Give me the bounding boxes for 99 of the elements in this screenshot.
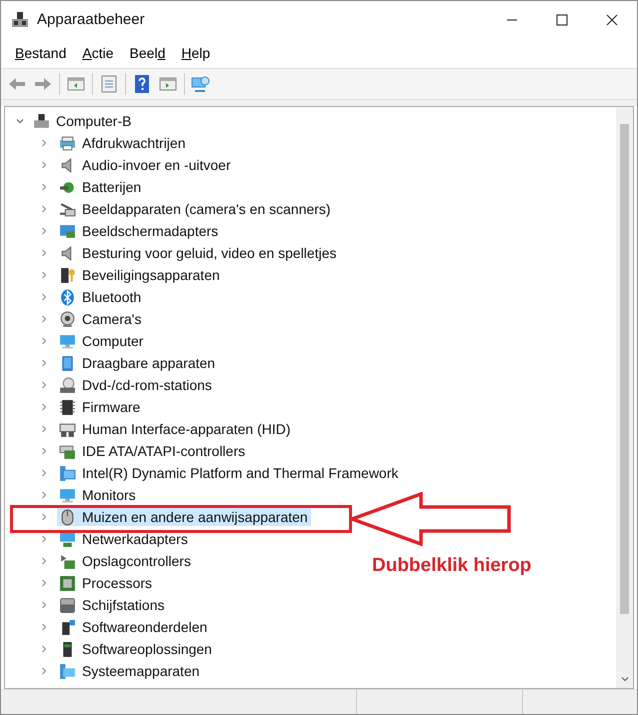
tree-item-label: Audio-invoer en -uitvoer xyxy=(82,156,232,174)
system-icon xyxy=(59,662,76,680)
printer-icon xyxy=(59,134,76,152)
expand-icon[interactable] xyxy=(39,600,49,610)
display-adapter-icon xyxy=(59,222,76,240)
annotation-text: Dubbelklik hierop xyxy=(372,555,532,577)
tree-item[interactable]: Processors xyxy=(57,574,156,592)
tree-item-label: Schijfstations xyxy=(82,596,166,614)
expand-icon[interactable] xyxy=(39,446,49,456)
tree-item-label: Beveiligingsapparaten xyxy=(82,266,221,284)
disc-drive-icon xyxy=(59,376,76,394)
close-icon xyxy=(606,14,618,26)
expand-icon[interactable] xyxy=(39,248,49,258)
tablet-icon xyxy=(59,354,76,372)
tree-item[interactable]: Camera's xyxy=(57,310,144,328)
tree-item-label: Dvd-/cd-rom-stations xyxy=(82,376,213,394)
expand-icon[interactable] xyxy=(39,424,49,434)
computer-icon xyxy=(33,112,50,130)
window-title: Apparaatbeheer xyxy=(37,11,145,28)
computer-icon xyxy=(11,10,29,28)
expand-icon[interactable] xyxy=(39,270,49,280)
maximize-icon xyxy=(556,14,568,26)
expand-icon[interactable] xyxy=(39,160,49,170)
tree-item-label: Camera's xyxy=(82,310,142,328)
scrollbar[interactable] xyxy=(616,107,633,688)
tree-item-label: Afdrukwachtrijen xyxy=(82,134,186,152)
tree-item-label: Bluetooth xyxy=(82,288,142,306)
tree-item[interactable]: Systeemapparaten xyxy=(57,662,203,680)
expand-icon[interactable] xyxy=(39,182,49,192)
expand-icon[interactable] xyxy=(39,226,49,236)
tree-item-label: Beeldschermadapters xyxy=(82,222,220,240)
monitor-icon xyxy=(59,486,76,504)
mouse-icon xyxy=(59,508,76,526)
expand-icon[interactable] xyxy=(39,336,49,346)
tree-item[interactable]: Batterijen xyxy=(57,178,144,196)
expand-icon[interactable] xyxy=(39,666,49,676)
expand-icon[interactable] xyxy=(39,578,49,588)
expand-icon[interactable] xyxy=(39,644,49,654)
monitor-scan-icon[interactable] xyxy=(191,74,211,94)
collapse-icon[interactable] xyxy=(15,116,25,126)
tree-item[interactable]: Bluetooth xyxy=(57,288,144,306)
bluetooth-icon xyxy=(59,288,76,306)
tree-item[interactable]: Afdrukwachtrijen xyxy=(57,134,188,152)
scanner-icon xyxy=(59,200,76,218)
tree-item-label: Computer xyxy=(82,332,144,350)
tree-item-label: Softwareoplossingen xyxy=(82,640,213,658)
expand-icon[interactable] xyxy=(39,292,49,302)
expand-icon[interactable] xyxy=(39,512,49,522)
menu-item[interactable]: Help xyxy=(173,45,218,61)
menu-item[interactable]: Bestand xyxy=(7,45,74,61)
tree-item[interactable]: Dvd-/cd-rom-stations xyxy=(57,376,215,394)
tree-item[interactable]: Audio-invoer en -uitvoer xyxy=(57,156,234,174)
network-icon xyxy=(59,530,76,548)
tree-item[interactable]: Netwerkadapters xyxy=(57,530,191,548)
tree-item[interactable]: Computer xyxy=(57,332,146,350)
tree-item-label: Draagbare apparaten xyxy=(82,354,216,372)
tree-item-label: Firmware xyxy=(82,398,142,416)
menu-item[interactable]: Actie xyxy=(74,45,122,61)
tree-item[interactable]: Computer-B xyxy=(56,112,134,130)
monitor-icon xyxy=(59,332,76,350)
expand-icon[interactable] xyxy=(39,490,49,500)
key-icon xyxy=(59,266,76,284)
expand-icon[interactable] xyxy=(39,556,49,566)
software-icon xyxy=(59,618,76,636)
storage-icon xyxy=(59,552,76,570)
tree-item[interactable]: Draagbare apparaten xyxy=(57,354,218,372)
tree-item-label: Monitors xyxy=(82,486,137,504)
computer-icon xyxy=(59,464,76,482)
webcam-icon xyxy=(59,310,76,328)
scroll-down-icon[interactable] xyxy=(620,674,630,684)
tree-item-label: Systeemapparaten xyxy=(82,662,201,680)
drive-icon xyxy=(59,596,76,614)
properties-icon[interactable] xyxy=(99,74,119,94)
expand-icon[interactable] xyxy=(39,622,49,632)
help-icon[interactable] xyxy=(132,74,152,94)
chip-icon xyxy=(59,398,76,416)
expand-icon[interactable] xyxy=(39,138,49,148)
expand-icon[interactable] xyxy=(39,468,49,478)
menu-item[interactable]: Beeld xyxy=(122,45,174,61)
expand-icon[interactable] xyxy=(39,402,49,412)
tree-item-label: Softwareonderdelen xyxy=(82,618,208,636)
tree-item-label: Processors xyxy=(82,574,154,592)
expand-icon[interactable] xyxy=(39,358,49,368)
tree-item-label: Opslagcontrollers xyxy=(82,552,192,570)
tree-item[interactable]: Monitors xyxy=(57,486,139,504)
tree-item-label: Batterijen xyxy=(82,178,142,196)
tree-item[interactable]: Beveiligingsapparaten xyxy=(57,266,223,284)
tree-item[interactable]: Firmware xyxy=(57,398,144,416)
expand-icon[interactable] xyxy=(39,534,49,544)
tree-item[interactable]: Softwareonderdelen xyxy=(57,618,210,636)
tree-item-label: Netwerkadapters xyxy=(82,530,189,548)
processor-icon xyxy=(59,574,76,592)
expand-icon[interactable] xyxy=(39,380,49,390)
tree-item[interactable]: Beeldschermadapters xyxy=(57,222,222,240)
expand-icon[interactable] xyxy=(39,204,49,214)
expand-icon[interactable] xyxy=(39,314,49,324)
tree-item[interactable]: Schijfstations xyxy=(57,596,168,614)
tree-item[interactable]: Opslagcontrollers xyxy=(57,552,194,570)
tree-item[interactable]: Softwareoplossingen xyxy=(57,640,215,658)
